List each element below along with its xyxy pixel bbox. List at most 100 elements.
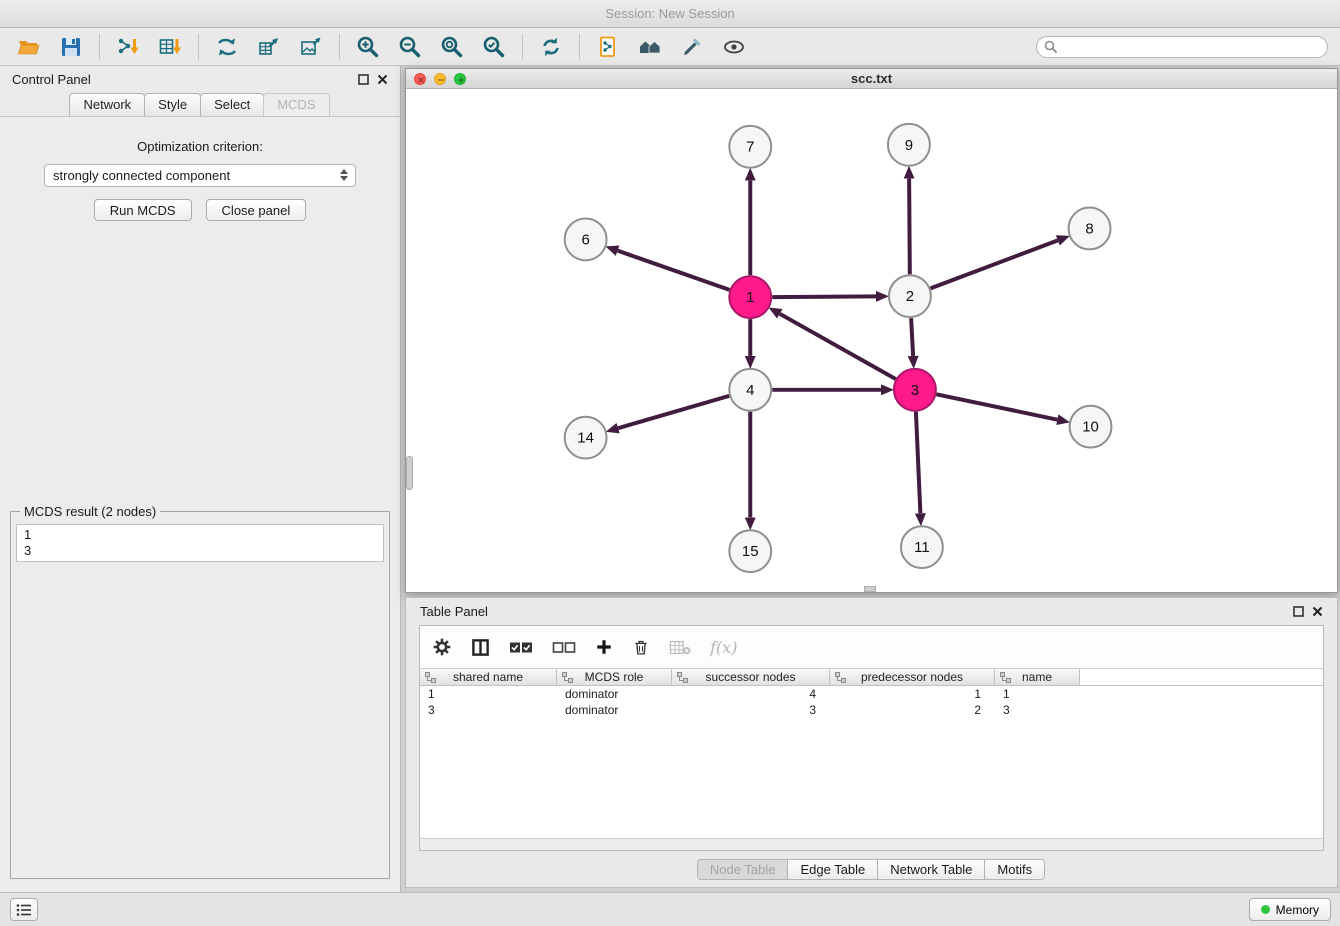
homes-icon <box>638 35 662 59</box>
graph-node-14[interactable]: 14 <box>565 417 607 459</box>
tab-node-table[interactable]: Node Table <box>697 859 789 880</box>
export-network-button[interactable] <box>206 31 248 63</box>
network-document-button[interactable] <box>587 31 629 63</box>
table-cell-name: 1 <box>995 686 1080 702</box>
graph-edge-2-3[interactable] <box>911 318 913 356</box>
graph-edge-3-10[interactable] <box>936 394 1057 419</box>
table-row[interactable]: 1dominator411 <box>420 686 1323 702</box>
control-panel-title: Control Panel <box>12 72 91 87</box>
column-header-name[interactable]: name <box>995 669 1080 685</box>
select-all-button[interactable] <box>509 640 533 654</box>
svg-text:2: 2 <box>906 288 914 305</box>
zoom-out-icon <box>398 35 422 59</box>
tab-network[interactable]: Network <box>69 93 145 116</box>
graph-edge-3-11[interactable] <box>916 412 920 514</box>
refresh-layout-button[interactable] <box>530 31 572 63</box>
float-table-panel-icon[interactable] <box>1293 606 1304 617</box>
graph-edge-1-6[interactable] <box>618 251 730 290</box>
close-panel-button[interactable]: Close panel <box>206 199 307 221</box>
criterion-select[interactable]: strongly connected component <box>44 164 356 187</box>
close-table-panel-icon[interactable] <box>1312 606 1323 617</box>
column-header-predecessor-nodes[interactable]: predecessor nodes <box>830 669 995 685</box>
close-panel-icon[interactable] <box>377 74 388 85</box>
table-horizontal-scrollbar[interactable] <box>420 838 1323 850</box>
graph-node-11[interactable]: 11 <box>901 526 943 568</box>
close-traffic-light[interactable] <box>414 73 426 85</box>
show-columns-button[interactable] <box>471 638 490 657</box>
graphics-details-button[interactable] <box>713 31 755 63</box>
zoom-out-button[interactable] <box>389 31 431 63</box>
add-column-button[interactable] <box>595 638 613 656</box>
column-header-shared-name[interactable]: shared name <box>420 669 557 685</box>
zoom-fit-button[interactable] <box>431 31 473 63</box>
trash-icon <box>632 638 650 657</box>
memory-button[interactable]: Memory <box>1249 898 1331 921</box>
column-header-mcds-role[interactable]: MCDS role <box>557 669 672 685</box>
graph-edge-3-1[interactable] <box>780 314 896 379</box>
delete-table-button[interactable] <box>669 640 691 655</box>
result-node-id: 1 <box>24 527 376 543</box>
tab-edge-table[interactable]: Edge Table <box>787 859 878 880</box>
graph-node-9[interactable]: 9 <box>888 124 930 166</box>
graph-node-3[interactable]: 3 <box>894 369 936 411</box>
zoom-traffic-light[interactable] <box>454 73 466 85</box>
graph-node-15[interactable]: 15 <box>729 530 771 572</box>
export-table-button[interactable] <box>248 31 290 63</box>
horizontal-scrollbar-thumb[interactable] <box>864 586 876 592</box>
run-mcds-button[interactable]: Run MCDS <box>94 199 192 221</box>
graph-edge-2-8[interactable] <box>930 240 1057 288</box>
network-document-icon <box>596 35 620 59</box>
column-tree-icon <box>425 672 436 683</box>
folder-open-icon <box>17 35 41 59</box>
graph-node-2[interactable]: 2 <box>889 275 931 317</box>
graph-node-10[interactable]: 10 <box>1070 406 1112 448</box>
deselect-all-button[interactable] <box>552 640 576 654</box>
svg-text:15: 15 <box>742 543 759 560</box>
graph-edge-2-9[interactable] <box>909 179 910 275</box>
svg-text:11: 11 <box>914 539 930 556</box>
column-header-successor-nodes[interactable]: successor nodes <box>672 669 830 685</box>
zoom-in-button[interactable] <box>347 31 389 63</box>
function-builder-button[interactable]: f(x) <box>710 638 737 657</box>
tab-mcds[interactable]: MCDS <box>263 93 329 116</box>
graph-node-7[interactable]: 7 <box>729 126 771 168</box>
task-history-button[interactable] <box>10 898 38 921</box>
graph-node-1[interactable]: 1 <box>729 276 771 318</box>
result-node-id: 3 <box>24 543 376 559</box>
import-network-button[interactable] <box>107 31 149 63</box>
annotation-brush-button[interactable] <box>671 31 713 63</box>
toolbar-separator <box>339 34 340 60</box>
export-image-button[interactable] <box>290 31 332 63</box>
tab-select[interactable]: Select <box>200 93 264 116</box>
float-panel-icon[interactable] <box>358 74 369 85</box>
table-row[interactable]: 3dominator323 <box>420 702 1323 718</box>
import-table-button[interactable] <box>149 31 191 63</box>
table-cell-successor-nodes: 3 <box>672 702 830 718</box>
open-session-button[interactable] <box>8 31 50 63</box>
export-image-icon <box>299 35 323 59</box>
tab-network-table[interactable]: Network Table <box>877 859 985 880</box>
network-window-titlebar[interactable]: scc.txt <box>406 69 1337 89</box>
zoom-selected-button[interactable] <box>473 31 515 63</box>
network-graph[interactable]: 7 9 6 8 1 2 4 3 14 10 15 11 <box>406 90 1337 592</box>
table-settings-button[interactable] <box>432 637 452 657</box>
save-session-button[interactable] <box>50 31 92 63</box>
tab-motifs[interactable]: Motifs <box>984 859 1045 880</box>
first-neighbors-button[interactable] <box>629 31 671 63</box>
vertical-scrollbar-thumb[interactable] <box>406 456 413 490</box>
network-canvas[interactable]: 7 9 6 8 1 2 4 3 14 10 15 11 <box>406 90 1337 592</box>
column-header-label: successor nodes <box>705 670 795 684</box>
select-all-icon <box>509 640 533 654</box>
delete-column-button[interactable] <box>632 638 650 657</box>
graph-edge-1-2[interactable] <box>772 296 876 297</box>
graph-node-8[interactable]: 8 <box>1069 208 1111 250</box>
gear-icon <box>432 637 452 657</box>
graph-edge-4-14[interactable] <box>618 396 729 428</box>
graph-node-6[interactable]: 6 <box>565 218 607 260</box>
minimize-traffic-light[interactable] <box>434 73 446 85</box>
column-header-label: predecessor nodes <box>861 670 963 684</box>
search-input[interactable] <box>1036 36 1328 58</box>
tab-style[interactable]: Style <box>144 93 201 116</box>
graph-node-4[interactable]: 4 <box>729 369 771 411</box>
mcds-result-list[interactable]: 13 <box>16 524 384 562</box>
